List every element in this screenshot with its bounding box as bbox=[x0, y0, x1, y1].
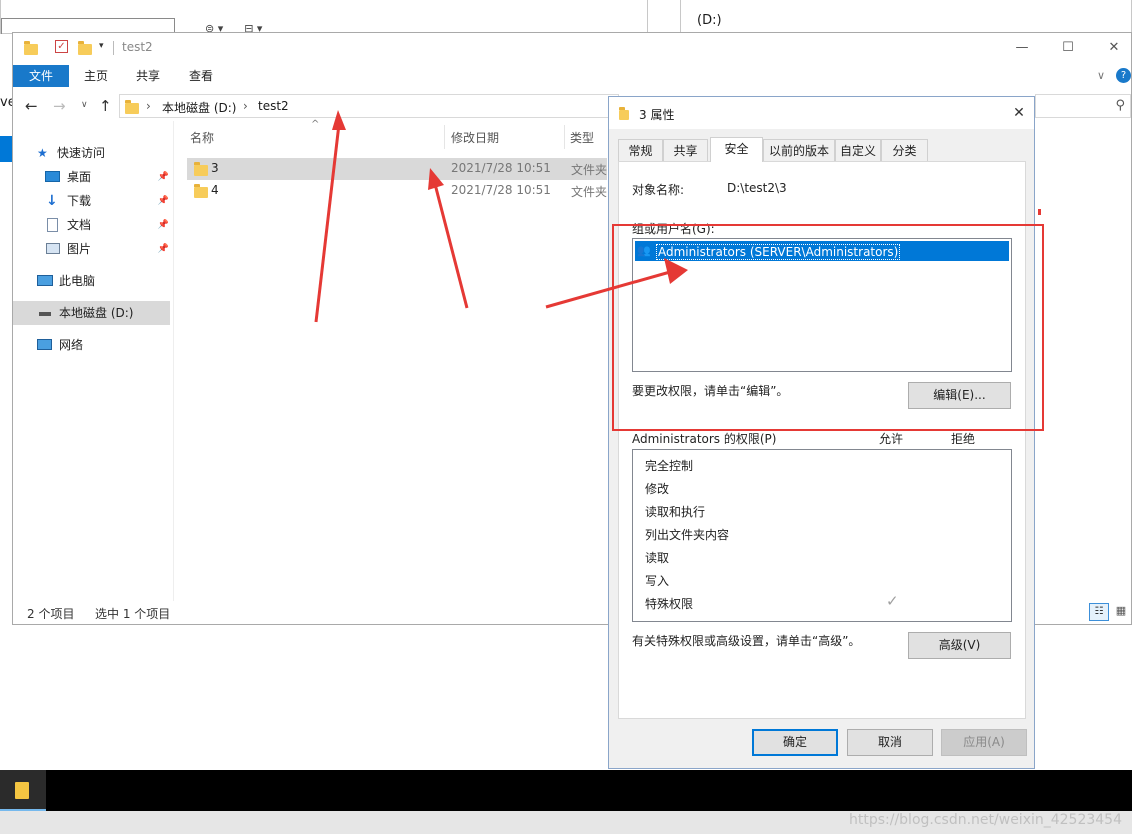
arrow-3-head bbox=[664, 258, 688, 284]
arrow-3-shaft bbox=[545, 270, 671, 309]
taskbar bbox=[0, 770, 1132, 811]
bottom-strip: https://blog.csdn.net/weixin_42523454 bbox=[0, 811, 1132, 834]
arrow-1-shaft bbox=[314, 123, 341, 323]
file-explorer-icon bbox=[15, 782, 29, 799]
watermark-text: https://blog.csdn.net/weixin_42523454 bbox=[848, 812, 1122, 828]
annotation-arrows bbox=[314, 110, 688, 323]
tab-security[interactable]: 安全 bbox=[710, 137, 763, 162]
arrow-2-shaft bbox=[433, 183, 469, 309]
taskbar-explorer-button[interactable] bbox=[0, 770, 46, 811]
